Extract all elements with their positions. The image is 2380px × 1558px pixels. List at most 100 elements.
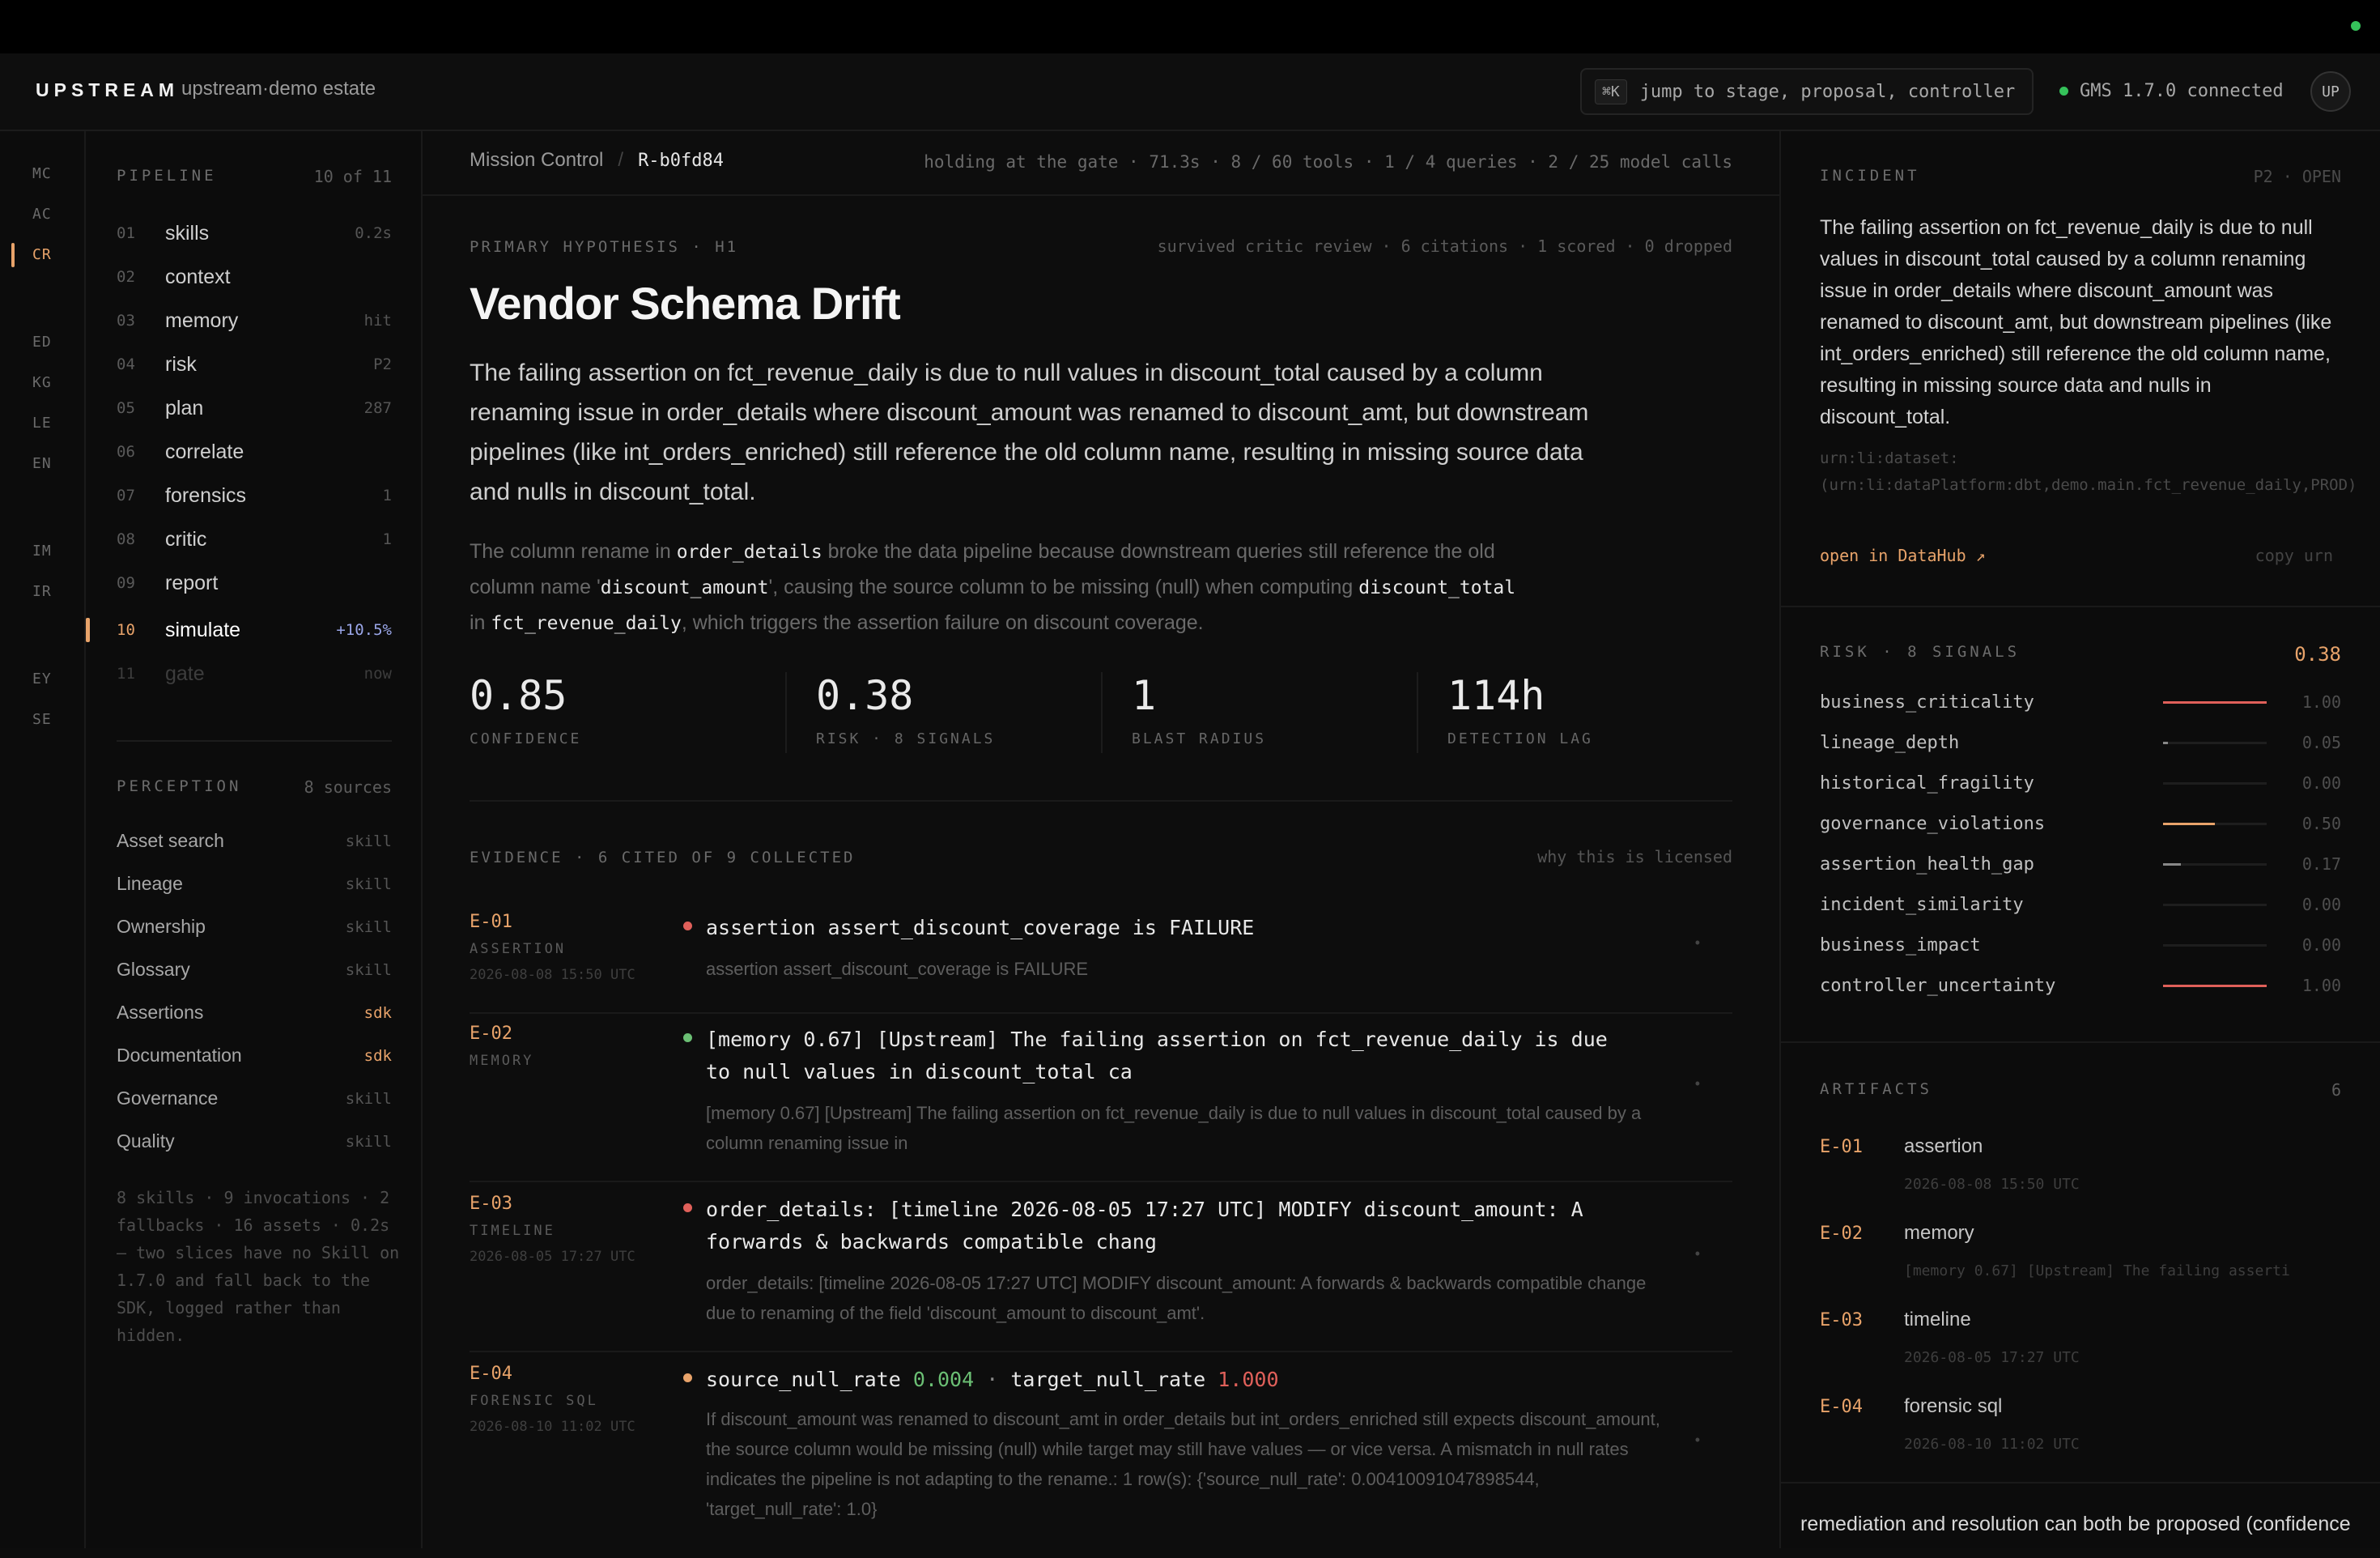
pipeline-item-skills[interactable]: 01 skills 0.2s — [117, 211, 392, 255]
perception-item-label: Governance — [117, 1088, 219, 1109]
risk-signal-fill — [2163, 984, 2267, 987]
pipeline-item-label: risk — [165, 352, 197, 376]
risk-signal-track — [2163, 741, 2267, 744]
metric-value: 114h — [1447, 672, 1545, 719]
evidence-expand-icon[interactable]: • — [1695, 934, 1700, 951]
pipeline-item-memory[interactable]: 03 memory hit — [117, 299, 392, 343]
perception-item-ownership[interactable]: Ownership skill — [117, 905, 392, 948]
rail-item-le[interactable]: LE — [32, 415, 52, 432]
perception-item-tag: skill — [345, 1132, 392, 1151]
rail-item-ir[interactable]: IR — [32, 583, 52, 600]
rail-item-cr[interactable]: CR — [32, 246, 52, 263]
pipeline-item-report[interactable]: 09 report — [117, 561, 392, 605]
explanation-code: discount_amount — [600, 577, 769, 598]
evidence-time: 2026-08-05 17:27 UTC — [470, 1249, 635, 1265]
pipeline-item-num: 10 — [117, 621, 135, 639]
risk-signal-row[interactable]: assertion_health_gap 0.17 — [1820, 844, 2341, 884]
evidence-row[interactable]: E-04 FORENSIC SQL 2026-08-10 11:02 UTC s… — [470, 1364, 1732, 1558]
perception-item-asset-search[interactable]: Asset search skill — [117, 819, 392, 862]
main-panel: Mission Control / R-b0fd84 holding at th… — [423, 131, 1779, 1548]
risk-signal-name: historical_fragility — [1820, 773, 2034, 794]
evidence-row[interactable]: E-02 MEMORY [memory 0.67] [Upstream] The… — [470, 1024, 1732, 1182]
evidence-row[interactable]: E-03 TIMELINE 2026-08-05 17:27 UTC order… — [470, 1194, 1732, 1352]
risk-signal-row[interactable]: incident_similarity 0.00 — [1820, 884, 2341, 925]
open-in-datahub-link[interactable]: open in DataHub ↗ — [1820, 546, 1986, 565]
rail-item-ed[interactable]: ED — [32, 334, 52, 351]
pipeline-panel: PIPELINE 10 of 11 01 skills 0.2s 02 context… — [86, 131, 423, 1548]
explanation-code: order_details — [676, 542, 822, 563]
hypothesis-meta: survived critic review · 6 citations · 1… — [1157, 236, 1732, 256]
perception-item-quality[interactable]: Quality skill — [117, 1120, 392, 1163]
avatar[interactable]: UP — [2310, 71, 2351, 112]
copy-urn-button[interactable]: copy urn — [2255, 546, 2333, 565]
pipeline-item-label: skills — [165, 221, 210, 245]
perception-item-lineage[interactable]: Lineage skill — [117, 862, 392, 905]
artifact-kind: timeline — [1904, 1309, 1971, 1330]
page-title: Vendor Schema Drift — [470, 278, 901, 329]
explanation-text: , which triggers the assertion failure o… — [681, 611, 1204, 634]
risk-signal-value: 0.00 — [2301, 773, 2341, 793]
pipeline-item-correlate[interactable]: 06 correlate — [117, 430, 392, 474]
pipeline-item-forensics[interactable]: 07 forensics 1 — [117, 474, 392, 517]
rail-item-en[interactable]: EN — [32, 455, 52, 472]
evidence-expand-icon[interactable]: • — [1695, 1432, 1700, 1449]
artifact-kind: memory — [1904, 1222, 1974, 1244]
window-top-bar — [0, 0, 2380, 53]
evidence-expand-icon[interactable]: • — [1695, 1075, 1700, 1092]
rail-item-se[interactable]: SE — [32, 711, 52, 728]
pipeline-item-context[interactable]: 02 context — [117, 255, 392, 299]
risk-signal-row[interactable]: business_impact 0.00 — [1820, 925, 2341, 965]
perception-item-documentation[interactable]: Documentation sdk — [117, 1034, 392, 1077]
brand-logo[interactable]: UPSTREAM — [36, 79, 179, 101]
pipeline-item-num: 06 — [117, 443, 135, 461]
evidence-title: EVIDENCE · 6 CITED OF 9 COLLECTED — [470, 849, 856, 866]
perception-item-tag: skill — [345, 960, 392, 979]
hypothesis-explanation: The column rename in order_details broke… — [470, 534, 1522, 641]
rail-item-kg[interactable]: KG — [32, 374, 52, 391]
breadcrumb-root[interactable]: Mission Control — [470, 149, 603, 172]
perception-item-governance[interactable]: Governance skill — [117, 1077, 392, 1120]
pipeline-item-num: 01 — [117, 224, 135, 242]
metric-value: 0.38 — [816, 672, 914, 719]
sql-key: source_null_rate — [706, 1368, 901, 1391]
evidence-row[interactable]: E-01 ASSERTION 2026-08-08 15:50 UTC asse… — [470, 912, 1732, 1014]
risk-signal-track — [2163, 943, 2267, 947]
evidence-expand-icon[interactable]: • — [1695, 1245, 1700, 1262]
command-search[interactable]: ⌘K jump to stage, proposal, controller — [1580, 68, 2034, 115]
pipeline-item-simulate[interactable]: 10 simulate +10.5% — [117, 608, 392, 652]
pipeline-item-meta: now — [363, 665, 392, 683]
metric-value: 0.85 — [470, 672, 567, 719]
risk-signal-row[interactable]: lineage_depth 0.05 — [1820, 722, 2341, 763]
pipeline-item-plan[interactable]: 05 plan 287 — [117, 386, 392, 430]
pipeline-item-gate[interactable]: 11 gate now — [117, 652, 392, 696]
evidence-why-link[interactable]: why this is licensed — [1537, 847, 1732, 866]
risk-signal-fill — [2163, 741, 2169, 744]
main-divider — [423, 194, 1779, 196]
sql-value-source: 0.004 — [912, 1368, 975, 1391]
pipeline-item-critic[interactable]: 08 critic 1 — [117, 517, 392, 561]
metric-caption: BLAST RADIUS — [1132, 730, 1267, 747]
perception-item-assertions[interactable]: Assertions sdk — [117, 991, 392, 1034]
risk-signal-name: assertion_health_gap — [1820, 853, 2034, 875]
risk-signal-row[interactable]: business_criticality 1.00 — [1820, 682, 2341, 722]
connected-dot-icon — [2059, 87, 2068, 96]
metric-value: 1 — [1132, 672, 1157, 719]
risk-signal-track — [2163, 903, 2267, 906]
pipeline-item-num: 07 — [117, 487, 135, 504]
sql-key: target_null_rate — [1010, 1368, 1206, 1391]
risk-signal-row[interactable]: controller_uncertainty 1.00 — [1820, 965, 2341, 1006]
rail-item-ey[interactable]: EY — [32, 670, 52, 687]
risk-signal-name: lineage_depth — [1820, 732, 1960, 753]
perception-item-glossary[interactable]: Glossary skill — [117, 948, 392, 991]
pipeline-item-risk[interactable]: 04 risk P2 — [117, 343, 392, 386]
risk-signal-row[interactable]: governance_violations 0.50 — [1820, 803, 2341, 844]
evidence-time: 2026-08-08 15:50 UTC — [470, 967, 635, 983]
explanation-code: fct_revenue_daily — [491, 613, 682, 634]
rail-item-im[interactable]: IM — [32, 543, 52, 560]
rail-item-ac[interactable]: AC — [32, 206, 52, 223]
risk-signal-row[interactable]: historical_fragility 0.00 — [1820, 763, 2341, 803]
rail-item-mc[interactable]: MC — [32, 165, 52, 182]
pipeline-item-meta: 0.2s — [355, 224, 392, 242]
evidence-id: E-02 — [470, 1024, 512, 1044]
artifact-id: E-01 — [1820, 1137, 1863, 1157]
